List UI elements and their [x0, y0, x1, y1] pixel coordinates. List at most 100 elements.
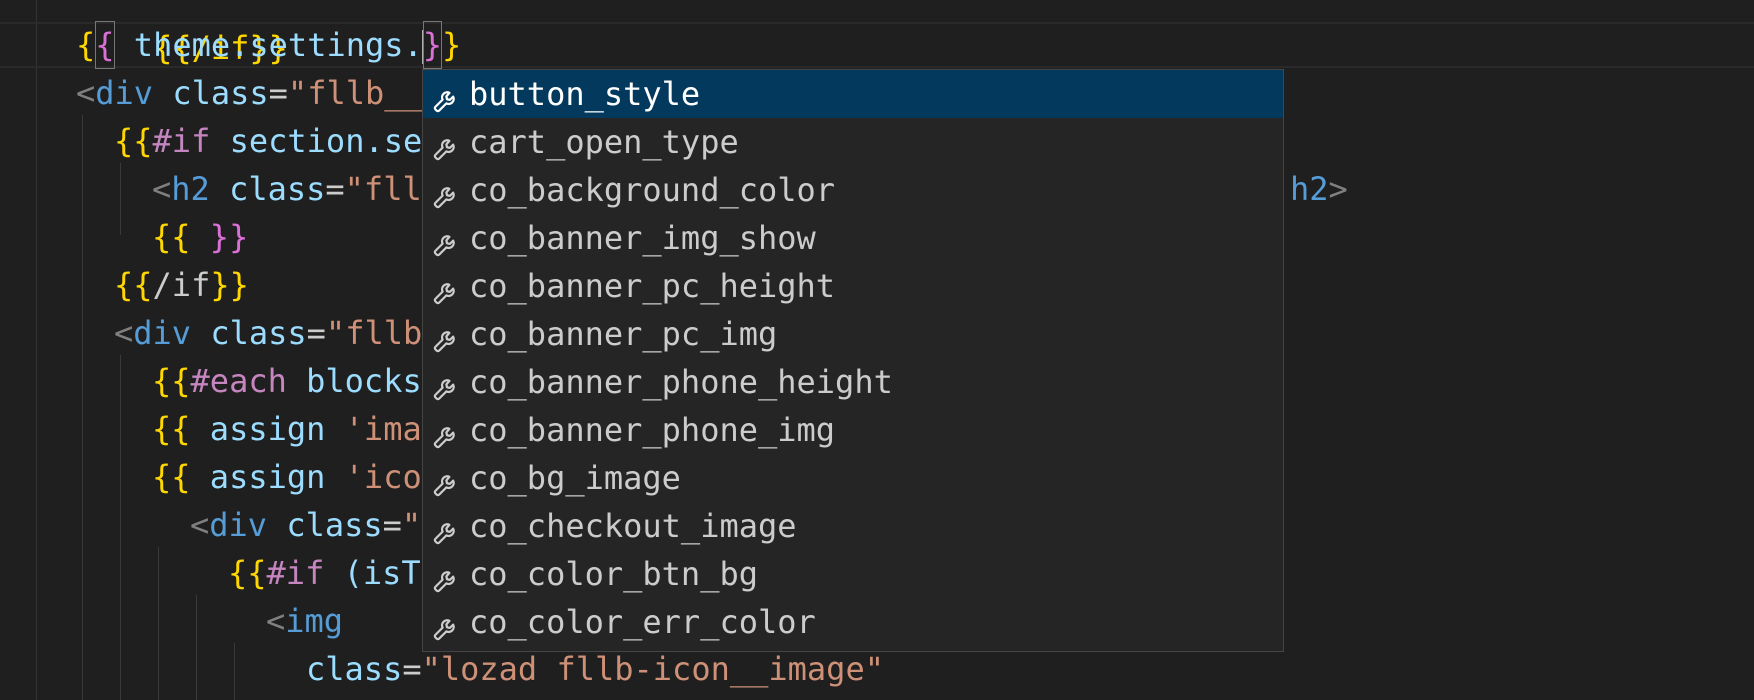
token-bracket: {{: [152, 458, 191, 496]
suggest-item-label: co_color_btn_bg: [469, 555, 758, 593]
code-line: {{#if section.se: [114, 117, 422, 165]
code-line: <img: [266, 597, 343, 645]
wrench-icon: [431, 368, 461, 401]
token-bracket: {{: [114, 266, 153, 304]
token-expression: section.se: [210, 122, 423, 160]
token-tag: h2: [1290, 170, 1329, 208]
code-line: {{#if (isT: [228, 549, 421, 597]
suggest-item[interactable]: co_background_color: [423, 166, 1283, 214]
code-line: <h2 class="fll: [152, 165, 422, 213]
token-eq: =: [306, 314, 326, 352]
wrench-icon: [431, 272, 461, 305]
token-expression: theme.settings.: [114, 26, 423, 64]
token-bracket: {{: [114, 122, 153, 160]
token-attr: class: [153, 74, 269, 112]
code-line: {{ assign 'ima: [152, 405, 422, 453]
token-tag: h2: [171, 170, 210, 208]
token-string: 'ima: [325, 410, 422, 448]
wrench-icon: [431, 320, 461, 353]
suggest-item[interactable]: cart_open_type: [423, 118, 1283, 166]
indent-guide: [120, 355, 121, 700]
code-line: {{ }}: [152, 213, 248, 261]
code-line: {{/if}}: [114, 261, 249, 309]
suggest-item[interactable]: co_checkout_image: [423, 502, 1283, 550]
token-expression: blocks: [286, 362, 422, 400]
suggest-item-label: button_style: [469, 75, 701, 113]
token-eq: =: [402, 650, 422, 688]
token-tag: div: [209, 506, 268, 544]
token-bracket: {{: [152, 218, 191, 256]
wrench-icon: [431, 80, 461, 113]
suggest-item-label: co_checkout_image: [469, 507, 797, 545]
token-string: "fll: [344, 170, 422, 208]
code-line: <div class=": [190, 501, 421, 549]
token-expression: assign: [190, 410, 326, 448]
code-line-current: {{ theme.settings.}}: [76, 21, 461, 69]
wrench-icon: [431, 224, 461, 257]
token-punct: >: [1328, 170, 1348, 208]
token-punct: <: [114, 314, 134, 352]
token-tag: div: [133, 314, 192, 352]
wrench-icon: [431, 608, 461, 641]
token-attr: class: [306, 650, 403, 688]
suggest-item[interactable]: button_style: [423, 70, 1283, 118]
token-string: "fllb__: [287, 74, 423, 112]
token-expression: (isT: [324, 554, 421, 592]
suggest-item-label: co_banner_pc_height: [469, 267, 836, 305]
code-line-tail: h2>: [1290, 165, 1348, 213]
token-bracket-close: }: [442, 26, 462, 64]
token-string: 'ico: [325, 458, 422, 496]
code-line: {{ assign 'ico: [152, 453, 422, 501]
token-bracket: {{: [152, 410, 191, 448]
token-tag: img: [285, 602, 344, 640]
token-eq: =: [268, 74, 288, 112]
token-keyword: /if: [152, 266, 211, 304]
wrench-icon: [431, 176, 461, 209]
suggest-item[interactable]: co_color_btn_bg: [423, 550, 1283, 598]
token-attr: class: [209, 170, 326, 208]
suggest-item[interactable]: co_banner_pc_img: [423, 310, 1283, 358]
token-string: "fllb: [325, 314, 423, 352]
code-line: {{#each blocks: [152, 357, 422, 405]
indent-guide: [158, 547, 159, 700]
token-string: "lozad fllb-icon__image": [421, 650, 884, 688]
suggest-item-label: co_color_err_color: [469, 603, 816, 641]
suggest-item[interactable]: co_banner_phone_img: [423, 406, 1283, 454]
suggest-item-label: cart_open_type: [469, 123, 739, 161]
token-eq: =: [325, 170, 345, 208]
code-editor[interactable]: {{/if}} {{ theme.settings.}} <div class=…: [0, 0, 1754, 700]
wrench-icon: [431, 560, 461, 593]
suggest-item[interactable]: co_banner_pc_height: [423, 262, 1283, 310]
token-bracket: {{: [228, 554, 267, 592]
indent-guide: [82, 115, 83, 700]
suggest-item-label: co_background_color: [469, 171, 836, 209]
bracket-match-open: {: [95, 21, 115, 69]
token-bracket: }}: [210, 266, 249, 304]
token-expression: assign: [190, 458, 326, 496]
suggest-item-label: co_bg_image: [469, 459, 681, 497]
token-attr: class: [191, 314, 307, 352]
autocomplete-suggest-widget[interactable]: button_style cart_open_type co_background_…: [422, 69, 1284, 652]
code-line: <div class="fllb__: [76, 69, 423, 117]
wrench-icon: [431, 416, 461, 449]
indent-guide: [196, 595, 197, 700]
token-bracket: }}: [190, 218, 249, 256]
token-eq: =: [382, 506, 402, 544]
token-bracket: {{: [152, 362, 191, 400]
code-line: class="lozad fllb-icon__image": [306, 645, 884, 693]
suggest-item[interactable]: co_color_err_color: [423, 598, 1283, 646]
suggest-item-label: co_banner_img_show: [469, 219, 816, 257]
token-attr: class: [267, 506, 383, 544]
bracket-match-close: }: [422, 21, 443, 69]
suggest-item-label: co_banner_pc_img: [469, 315, 778, 353]
token-keyword: #each: [190, 362, 287, 400]
suggest-item[interactable]: co_bg_image: [423, 454, 1283, 502]
token-punct: <: [76, 74, 96, 112]
token-punct: <: [190, 506, 210, 544]
suggest-item-label: co_banner_phone_img: [469, 411, 836, 449]
suggest-item[interactable]: co_banner_phone_height: [423, 358, 1283, 406]
token-keyword: #if: [266, 554, 325, 592]
code-line: <div class="fllb: [114, 309, 422, 357]
gutter-divider: [36, 0, 37, 700]
suggest-item[interactable]: co_banner_img_show: [423, 214, 1283, 262]
